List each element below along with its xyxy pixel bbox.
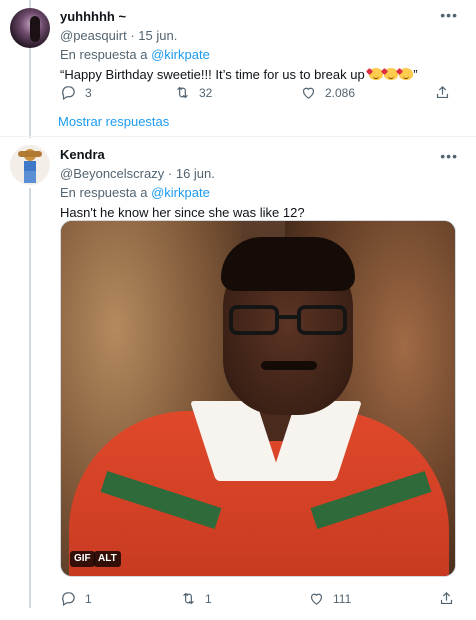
retweet-count: 32	[199, 85, 213, 100]
reply-icon	[62, 592, 75, 606]
reply-context: En respuesta a @kirkpate	[60, 184, 460, 202]
reply-mention-link[interactable]: @kirkpate	[151, 185, 210, 200]
retweet-button[interactable]: 32	[174, 84, 212, 101]
tweet-actions: 1 1 111	[60, 590, 460, 610]
tweet[interactable]: yuhhhhh ~ @peasquirt · 15 jun. En respue…	[0, 0, 476, 112]
gif-media[interactable]: GIF ALT	[60, 220, 456, 577]
heart-icon	[302, 87, 315, 99]
like-button[interactable]: 111	[308, 590, 351, 607]
retweet-count: 1	[205, 591, 212, 606]
retweet-icon	[177, 86, 188, 99]
heart-icon	[310, 593, 323, 605]
gif-hair	[221, 237, 355, 291]
display-name[interactable]: yuhhhhh ~	[60, 9, 126, 24]
reply-prefix: En respuesta a	[60, 185, 148, 200]
show-replies-link[interactable]: Mostrar respuestas	[58, 114, 169, 129]
reply-count: 1	[85, 591, 92, 606]
tweet-actions: 3 32 2.086	[60, 84, 460, 104]
reply-icon	[62, 86, 75, 100]
like-count: 2.086	[325, 85, 356, 100]
gif-mustache	[261, 361, 317, 370]
avatar[interactable]	[10, 145, 50, 185]
retweet-button[interactable]: 1	[180, 590, 212, 607]
tweet-header: yuhhhhh ~	[60, 8, 460, 26]
display-name[interactable]: Kendra	[60, 147, 105, 162]
share-button[interactable]	[434, 84, 459, 101]
avatar[interactable]	[10, 8, 50, 48]
tweet-subheader: @peasquirt · 15 jun.	[60, 27, 460, 45]
reply-context: En respuesta a @kirkpate	[60, 46, 460, 64]
share-icon	[440, 591, 453, 605]
gif-glasses	[229, 305, 279, 335]
smiling-face-with-hearts-icon	[399, 68, 414, 80]
gif-badge: GIF	[70, 551, 95, 567]
user-handle[interactable]: @Beyoncelscrazy	[60, 166, 164, 181]
avatar-figure	[24, 161, 36, 171]
gif-glasses	[277, 315, 299, 319]
more-options-button[interactable]: •••	[440, 149, 458, 163]
reply-button[interactable]: 1	[60, 590, 92, 607]
reply-count: 3	[85, 85, 92, 100]
reply-mention-link[interactable]: @kirkpate	[151, 47, 210, 62]
tweet-subheader: @Beyoncelscrazy · 16 jun.	[60, 165, 460, 183]
tweet-date[interactable]: 15 jun.	[138, 28, 177, 43]
tweet-text-end: ”	[413, 67, 418, 82]
reply-button[interactable]: 3	[60, 84, 92, 101]
tweet-header: Kendra	[60, 146, 460, 164]
user-handle[interactable]: @peasquirt	[60, 28, 127, 43]
like-count: 111	[333, 591, 352, 606]
tweet-text-body: “Happy Birthday sweetie!!! It’s time for…	[60, 67, 369, 82]
share-button[interactable]	[438, 590, 463, 607]
share-icon	[436, 85, 449, 99]
gif-glasses	[297, 305, 347, 335]
separator-dot: ·	[167, 166, 173, 181]
avatar-figure	[24, 171, 36, 183]
reply-prefix: En respuesta a	[60, 47, 148, 62]
like-button[interactable]: 2.086	[300, 84, 355, 101]
more-options-button[interactable]: •••	[440, 8, 458, 22]
avatar-figure	[18, 151, 42, 157]
separator-dot: ·	[130, 28, 135, 43]
alt-text-badge[interactable]: ALT	[94, 551, 121, 567]
avatar-figure	[30, 16, 40, 42]
tweet-date[interactable]: 16 jun.	[176, 166, 215, 181]
retweet-icon	[183, 592, 194, 605]
tweet-text: “Happy Birthday sweetie!!! It’s time for…	[60, 66, 460, 84]
